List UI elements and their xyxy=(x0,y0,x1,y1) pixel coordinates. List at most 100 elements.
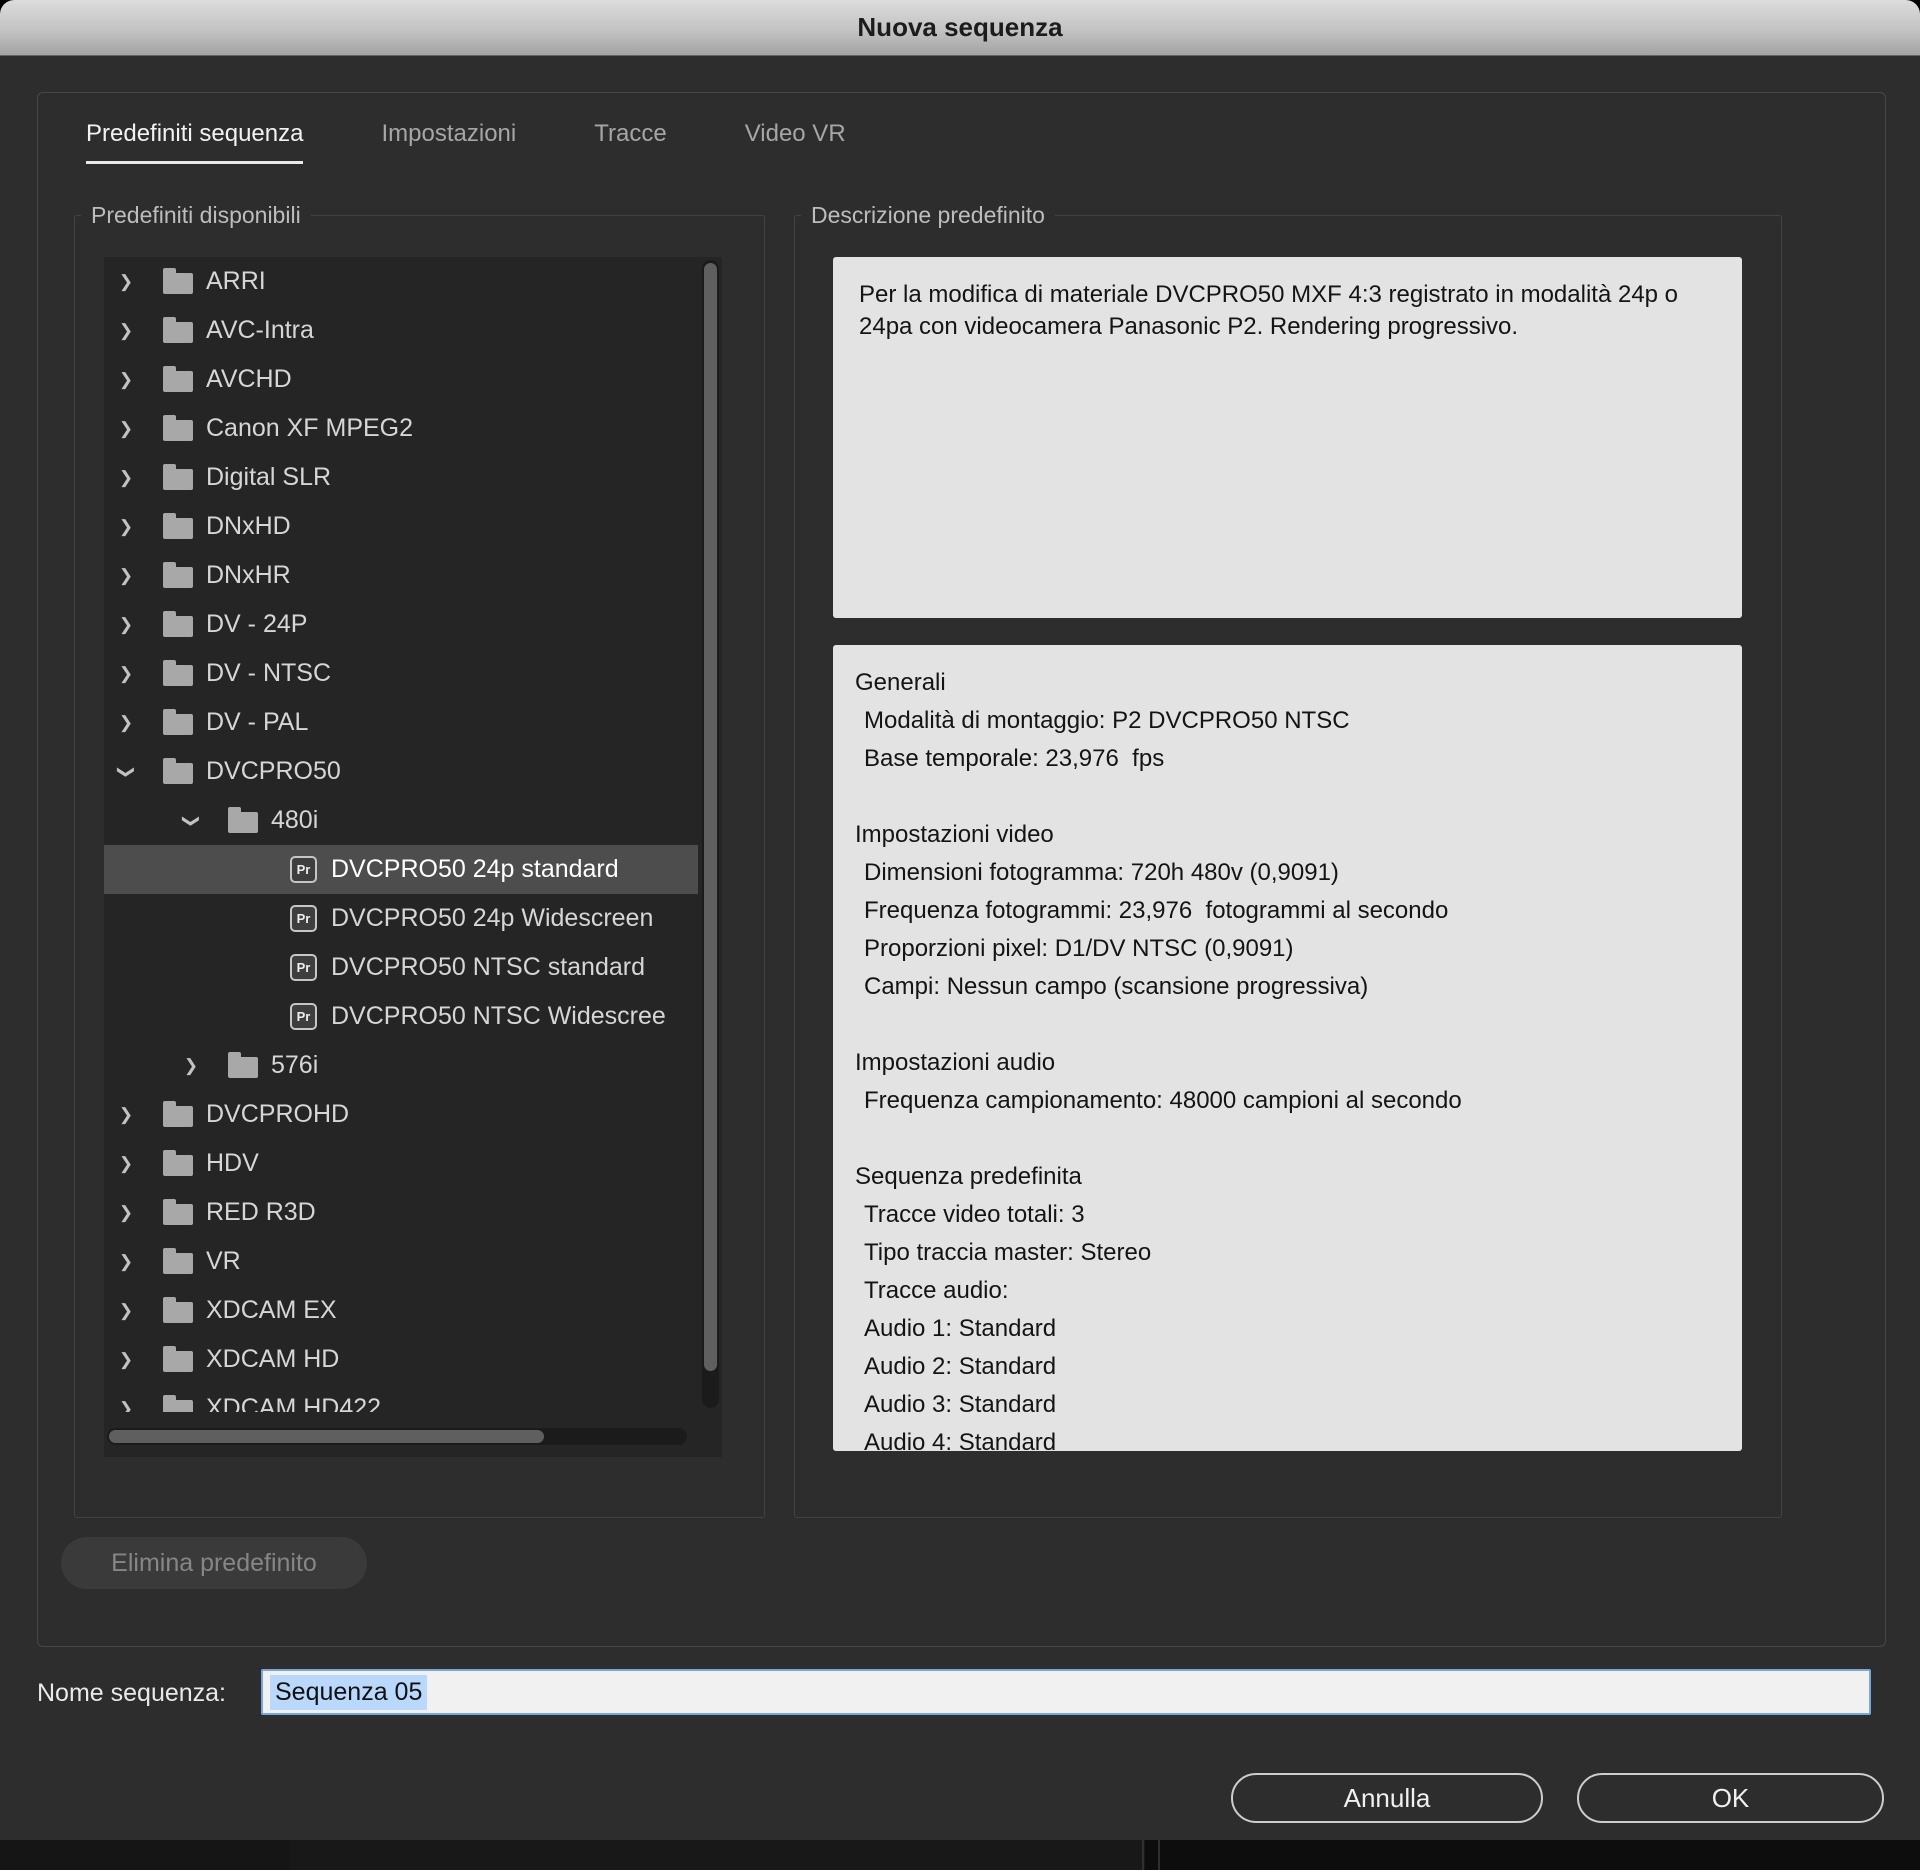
chevron-right-icon[interactable]: ❯ xyxy=(116,517,136,537)
vertical-scrollbar-track[interactable] xyxy=(702,260,719,1408)
details-section-header: Generali xyxy=(855,669,1742,707)
chevron-right-icon[interactable]: ❯ xyxy=(116,615,136,635)
tree-item-folder[interactable]: ❯ DVCPRO50 xyxy=(104,747,698,796)
folder-icon xyxy=(163,763,193,784)
tree-item-folder[interactable]: ❯ DVCPROHD xyxy=(104,1090,698,1139)
chevron-right-icon[interactable]: ❯ xyxy=(116,419,136,439)
details-line: Tipo traccia master: Stereo xyxy=(855,1239,1742,1277)
tree-item-label: Canon XF MPEG2 xyxy=(206,414,413,443)
premiere-preset-icon: Pr xyxy=(290,856,317,883)
tree-item-folder[interactable]: ❯ Canon XF MPEG2 xyxy=(104,404,698,453)
background-app-divider xyxy=(1158,1840,1160,1870)
details-line xyxy=(855,1011,1742,1049)
tree-item-preset[interactable]: PrDVCPRO50 24p Widescreen xyxy=(104,894,698,943)
details-line xyxy=(855,1125,1742,1163)
horizontal-scrollbar-thumb[interactable] xyxy=(109,1430,544,1443)
premiere-preset-icon: Pr xyxy=(290,1003,317,1030)
tree-item-label: DV - NTSC xyxy=(206,659,331,688)
tree-item-label: RED R3D xyxy=(206,1198,316,1227)
tree-item-folder[interactable]: ❯ARRI xyxy=(104,257,698,306)
folder-icon xyxy=(163,322,193,343)
tree-item-label: HDV xyxy=(206,1149,259,1178)
horizontal-scrollbar-track[interactable] xyxy=(107,1428,687,1445)
tree-item-folder[interactable]: ❯ XDCAM EX xyxy=(104,1286,698,1335)
folder-icon xyxy=(163,567,193,588)
chevron-right-icon[interactable]: ❯ xyxy=(116,1154,136,1174)
delete-preset-button[interactable]: Elimina predefinito xyxy=(61,1537,367,1589)
tree-item-label: Digital SLR xyxy=(206,463,331,492)
chevron-down-icon[interactable]: ❯ xyxy=(181,811,201,831)
preset-tree-rows: ❯ARRI❯AVC-Intra❯AVCHD❯Canon XF MPEG2❯Dig… xyxy=(104,257,698,1412)
vertical-scrollbar-thumb[interactable] xyxy=(704,263,717,1371)
tab-video-vr[interactable]: Video VR xyxy=(745,120,846,164)
chevron-right-icon[interactable]: ❯ xyxy=(116,1105,136,1125)
chevron-right-icon[interactable]: ❯ xyxy=(116,664,136,684)
tree-item-folder[interactable]: ❯ HDV xyxy=(104,1139,698,1188)
details-line: Audio 2: Standard xyxy=(855,1353,1742,1391)
chevron-right-icon[interactable]: ❯ xyxy=(116,1350,136,1370)
details-line: Proporzioni pixel: D1/DV NTSC (0,9091) xyxy=(855,935,1742,973)
chevron-right-icon[interactable]: ❯ xyxy=(116,370,136,390)
chevron-right-icon[interactable]: ❯ xyxy=(116,566,136,586)
tree-item-folder[interactable]: ❯AVCHD xyxy=(104,355,698,404)
tree-item-folder[interactable]: ❯ 576i xyxy=(104,1041,698,1090)
tree-item-folder[interactable]: ❯ VR xyxy=(104,1237,698,1286)
background-app-divider xyxy=(1142,1840,1144,1870)
tree-item-folder[interactable]: ❯DNxHD xyxy=(104,502,698,551)
tree-item-preset[interactable]: PrDVCPRO50 NTSC Widescree xyxy=(104,992,698,1041)
new-sequence-dialog: Nuova sequenza Predefiniti sequenza Impos… xyxy=(0,0,1920,1840)
tree-item-folder[interactable]: ❯ DV - 24P xyxy=(104,600,698,649)
window-titlebar[interactable]: Nuova sequenza xyxy=(0,0,1920,56)
ok-button[interactable]: OK xyxy=(1577,1773,1884,1823)
chevron-right-icon[interactable]: ❯ xyxy=(116,321,136,341)
chevron-right-icon[interactable]: ❯ xyxy=(116,272,136,292)
details-section-header: Impostazioni video xyxy=(855,821,1742,859)
background-app-strip xyxy=(0,1840,1920,1870)
background-app-panel xyxy=(290,1840,1145,1870)
tree-item-folder[interactable]: ❯XDCAM HD422 xyxy=(104,1384,698,1412)
chevron-right-icon[interactable]: ❯ xyxy=(116,713,136,733)
chevron-right-icon[interactable]: ❯ xyxy=(116,1399,136,1413)
folder-icon xyxy=(163,420,193,441)
tree-item-folder[interactable]: ❯ DV - NTSC xyxy=(104,649,698,698)
tree-item-label: DVCPRO50 xyxy=(206,757,341,786)
folder-icon xyxy=(163,1106,193,1127)
background-app-panel xyxy=(0,1840,290,1870)
dialog-tabs: Predefiniti sequenza Impostazioni Tracce Vi… xyxy=(86,120,846,164)
tree-item-folder[interactable]: ❯DV - PAL xyxy=(104,698,698,747)
tree-item-preset[interactable]: PrDVCPRO50 NTSC standard xyxy=(104,943,698,992)
tree-item-folder[interactable]: ❯ Digital SLR xyxy=(104,453,698,502)
cancel-button[interactable]: Annulla xyxy=(1231,1773,1543,1823)
tree-item-label: DVCPRO50 24p standard xyxy=(331,855,619,884)
details-line: Dimensioni fotogramma: 720h 480v (0,9091… xyxy=(855,859,1742,897)
tab-impostazioni[interactable]: Impostazioni xyxy=(381,120,516,164)
tree-item-folder[interactable]: ❯ RED R3D xyxy=(104,1188,698,1237)
chevron-right-icon[interactable]: ❯ xyxy=(116,1203,136,1223)
tree-item-folder[interactable]: ❯DNxHR xyxy=(104,551,698,600)
tree-item-folder[interactable]: ❯AVC-Intra xyxy=(104,306,698,355)
tab-tracce[interactable]: Tracce xyxy=(594,120,666,164)
sequence-name-input[interactable]: Sequenza 05 xyxy=(261,1669,1871,1715)
chevron-down-icon[interactable]: ❯ xyxy=(116,762,136,782)
tree-item-label: DVCPROHD xyxy=(206,1100,349,1129)
tree-item-label: DV - 24P xyxy=(206,610,307,639)
folder-icon xyxy=(228,812,258,833)
folder-icon xyxy=(163,273,193,294)
details-line: Campi: Nessun campo (scansione progressi… xyxy=(855,973,1742,1011)
details-line: Tracce audio: xyxy=(855,1277,1742,1315)
tree-item-folder[interactable]: ❯480i xyxy=(104,796,698,845)
chevron-right-icon[interactable]: ❯ xyxy=(181,1056,201,1076)
folder-icon xyxy=(163,665,193,686)
sequence-name-label: Nome sequenza: xyxy=(37,1679,226,1708)
chevron-right-icon[interactable]: ❯ xyxy=(116,468,136,488)
tree-item-preset[interactable]: Pr DVCPRO50 24p standard xyxy=(104,845,698,894)
folder-icon xyxy=(163,371,193,392)
premiere-preset-icon: Pr xyxy=(290,954,317,981)
tree-item-label: XDCAM EX xyxy=(206,1296,337,1325)
chevron-right-icon[interactable]: ❯ xyxy=(116,1301,136,1321)
tree-item-label: VR xyxy=(206,1247,241,1276)
tree-item-folder[interactable]: ❯XDCAM HD xyxy=(104,1335,698,1384)
tree-item-label: 576i xyxy=(271,1051,318,1080)
chevron-right-icon[interactable]: ❯ xyxy=(116,1252,136,1272)
tab-predefiniti-sequenza[interactable]: Predefiniti sequenza xyxy=(86,120,303,164)
